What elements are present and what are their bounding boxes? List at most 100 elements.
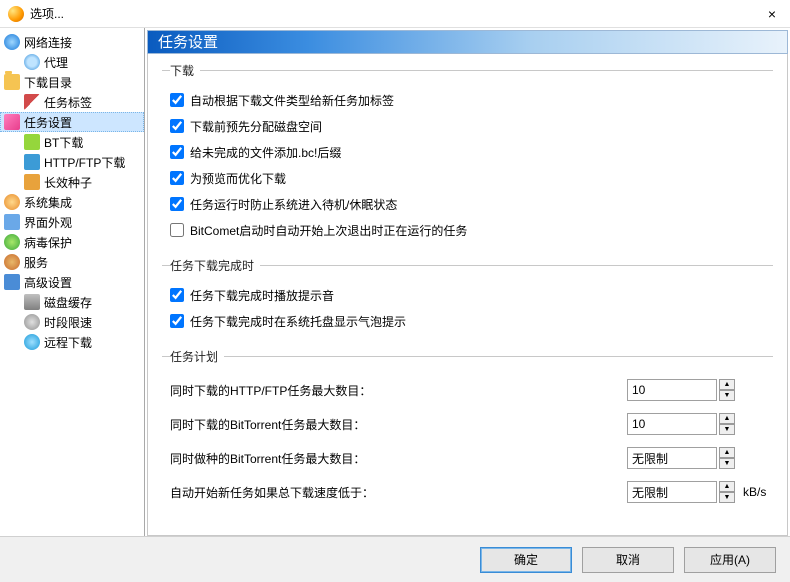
spin-up-max_http[interactable]: ▲ xyxy=(719,379,735,390)
ok-button[interactable]: 确定 xyxy=(480,547,572,573)
spin-down-max_http[interactable]: ▼ xyxy=(719,390,735,401)
sidebar-item-label: 网络连接 xyxy=(24,34,72,51)
sidebar-item-bt[interactable]: BT下载 xyxy=(0,132,144,152)
seed-icon xyxy=(24,174,40,190)
check-bcsuffix[interactable]: 给未完成的文件添加.bc!后缀 xyxy=(170,139,773,165)
check-label: 自动根据下载文件类型给新任务加标签 xyxy=(190,92,394,109)
check-label: 任务下载完成时播放提示音 xyxy=(190,287,334,304)
window-title: 选项... xyxy=(30,5,762,22)
check-nosleep[interactable]: 任务运行时防止系统进入待机/休眠状态 xyxy=(170,191,773,217)
sidebar-item-tag[interactable]: 任务标签 xyxy=(0,92,144,112)
checkbox-prealloc[interactable] xyxy=(170,119,184,133)
sidebar-item-seed[interactable]: 长效种子 xyxy=(0,172,144,192)
sidebar-item-label: 长效种子 xyxy=(44,174,92,191)
sidebar-item-svc[interactable]: 服务 xyxy=(0,252,144,272)
group-complete: 任务下载完成时 任务下载完成时播放提示音任务下载完成时在系统托盘显示气泡提示 xyxy=(162,257,773,338)
ui-icon xyxy=(4,214,20,230)
group-schedule-legend: 任务计划 xyxy=(170,348,224,365)
bt-icon xyxy=(24,134,40,150)
panel-title: 任务设置 xyxy=(147,30,788,54)
check-resume[interactable]: BitComet启动时自动开始上次退出时正在运行的任务 xyxy=(170,217,773,243)
check-prealloc[interactable]: 下载前预先分配磁盘空间 xyxy=(170,113,773,139)
task-icon xyxy=(4,114,20,130)
sidebar-item-dldir[interactable]: 下载目录 xyxy=(0,72,144,92)
sidebar-item-sys[interactable]: 系统集成 xyxy=(0,192,144,212)
sidebar-item-label: 磁盘缓存 xyxy=(44,294,92,311)
sched-icon xyxy=(24,314,40,330)
sidebar-item-label: 界面外观 xyxy=(24,214,72,231)
remote-icon xyxy=(24,334,40,350)
input-max_bt[interactable] xyxy=(627,413,717,435)
title-bar: 选项... × xyxy=(0,0,790,28)
checkbox-autotag[interactable] xyxy=(170,93,184,107)
spin-down-max_seed[interactable]: ▼ xyxy=(719,458,735,469)
field-max_seed: 同时做种的BitTorrent任务最大数目： ▲▼ xyxy=(170,441,773,475)
field-unit: kB/s xyxy=(743,485,773,499)
close-button[interactable]: × xyxy=(762,6,782,22)
check-bubble[interactable]: 任务下载完成时在系统托盘显示气泡提示 xyxy=(170,308,773,334)
sidebar-item-cache[interactable]: 磁盘缓存 xyxy=(0,292,144,312)
checkbox-resume[interactable] xyxy=(170,223,184,237)
sidebar-item-label: 代理 xyxy=(44,54,68,71)
input-autostart[interactable] xyxy=(627,481,717,503)
sidebar-item-label: 远程下载 xyxy=(44,334,92,351)
http-icon xyxy=(24,154,40,170)
checkbox-nosleep[interactable] xyxy=(170,197,184,211)
check-autotag[interactable]: 自动根据下载文件类型给新任务加标签 xyxy=(170,87,773,113)
sidebar-item-label: 高级设置 xyxy=(24,274,72,291)
check-preview[interactable]: 为预览而优化下载 xyxy=(170,165,773,191)
group-schedule: 任务计划 同时下载的HTTP/FTP任务最大数目：▲▼同时下载的BitTorre… xyxy=(162,348,773,513)
checkbox-preview[interactable] xyxy=(170,171,184,185)
field-label: 自动开始新任务如果总下载速度低于： xyxy=(170,484,627,501)
spin-up-autostart[interactable]: ▲ xyxy=(719,481,735,492)
checkbox-bubble[interactable] xyxy=(170,314,184,328)
spin-up-max_bt[interactable]: ▲ xyxy=(719,413,735,424)
proxy-icon xyxy=(24,54,40,70)
sidebar-item-proxy[interactable]: 代理 xyxy=(0,52,144,72)
sidebar-item-label: BT下载 xyxy=(44,134,83,151)
app-icon xyxy=(8,6,24,22)
apply-button[interactable]: 应用(A) xyxy=(684,547,776,573)
check-label: BitComet启动时自动开始上次退出时正在运行的任务 xyxy=(190,222,467,239)
sidebar-item-label: 系统集成 xyxy=(24,194,72,211)
checkbox-bcsuffix[interactable] xyxy=(170,145,184,159)
svc-icon xyxy=(4,254,20,270)
input-max_http[interactable] xyxy=(627,379,717,401)
sidebar-item-sched[interactable]: 时段限速 xyxy=(0,312,144,332)
sidebar-item-label: 任务设置 xyxy=(24,114,72,131)
spin-down-autostart[interactable]: ▼ xyxy=(719,492,735,503)
sidebar-item-remote[interactable]: 远程下载 xyxy=(0,332,144,352)
group-complete-legend: 任务下载完成时 xyxy=(170,257,260,274)
group-download-legend: 下载 xyxy=(170,62,200,79)
cancel-button[interactable]: 取消 xyxy=(582,547,674,573)
input-max_seed[interactable] xyxy=(627,447,717,469)
cache-icon xyxy=(24,294,40,310)
spin-down-max_bt[interactable]: ▼ xyxy=(719,424,735,435)
field-max_bt: 同时下载的BitTorrent任务最大数目：▲▼ xyxy=(170,407,773,441)
av-icon xyxy=(4,234,20,250)
field-label: 同时做种的BitTorrent任务最大数目： xyxy=(170,450,627,467)
sidebar-item-ui[interactable]: 界面外观 xyxy=(0,212,144,232)
check-label: 任务下载完成时在系统托盘显示气泡提示 xyxy=(190,313,406,330)
tag-icon xyxy=(24,94,40,110)
dldir-icon xyxy=(4,74,20,90)
check-label: 为预览而优化下载 xyxy=(190,170,286,187)
sys-icon xyxy=(4,194,20,210)
panel-body: 下载 自动根据下载文件类型给新任务加标签下载前预先分配磁盘空间给未完成的文件添加… xyxy=(147,54,788,536)
spin-up-max_seed[interactable]: ▲ xyxy=(719,447,735,458)
sidebar-item-http[interactable]: HTTP/FTP下载 xyxy=(0,152,144,172)
sidebar: 网络连接代理下载目录任务标签任务设置 BT下载 HTTP/FTP下载长效种子系统集成… xyxy=(0,28,145,536)
sidebar-item-label: HTTP/FTP下载 xyxy=(44,154,125,171)
sidebar-item-label: 服务 xyxy=(24,254,48,271)
sidebar-item-av[interactable]: 病毒保护 xyxy=(0,232,144,252)
sidebar-item-task[interactable]: 任务设置 xyxy=(0,112,144,132)
sidebar-item-adv[interactable]: 高级设置 xyxy=(0,272,144,292)
check-sound[interactable]: 任务下载完成时播放提示音 xyxy=(170,282,773,308)
sidebar-item-label: 任务标签 xyxy=(44,94,92,111)
dialog-footer: 确定 取消 应用(A) xyxy=(0,536,790,582)
group-download: 下载 自动根据下载文件类型给新任务加标签下载前预先分配磁盘空间给未完成的文件添加… xyxy=(162,62,773,247)
sidebar-item-net[interactable]: 网络连接 xyxy=(0,32,144,52)
sidebar-item-label: 病毒保护 xyxy=(24,234,72,251)
net-icon xyxy=(4,34,20,50)
checkbox-sound[interactable] xyxy=(170,288,184,302)
